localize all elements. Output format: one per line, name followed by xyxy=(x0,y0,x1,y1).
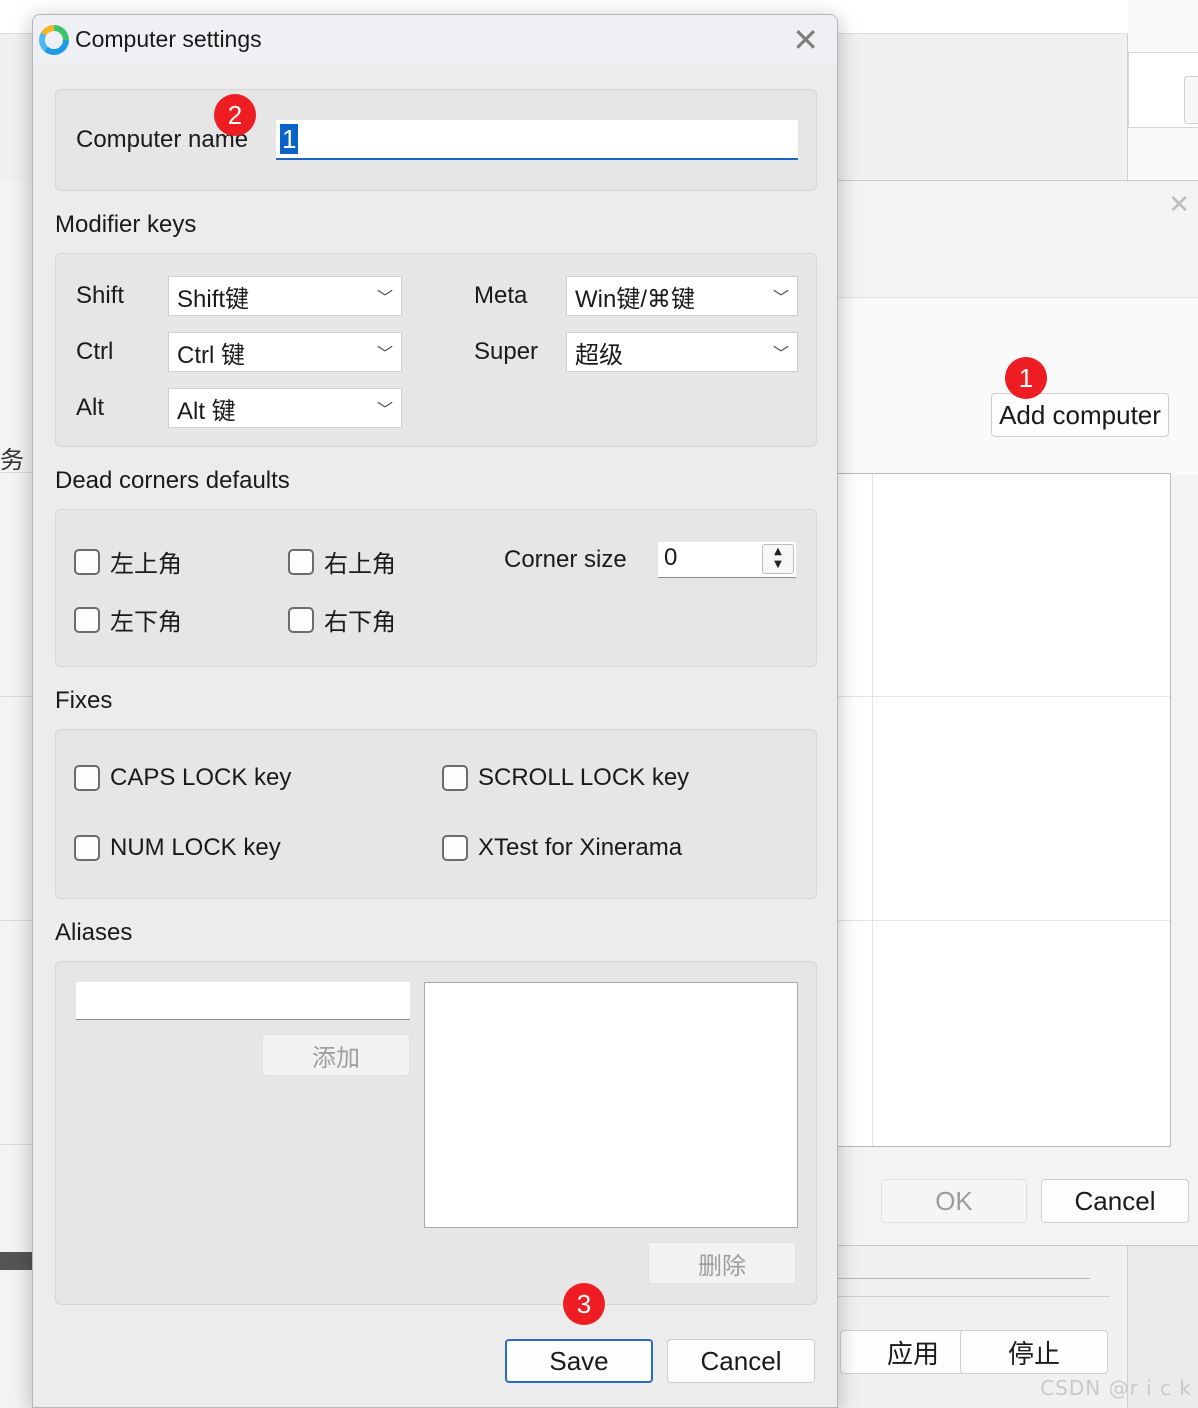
checkbox-box xyxy=(74,835,100,861)
fixes-heading: Fixes xyxy=(55,687,113,714)
background-text-fragment: 务 xyxy=(0,447,24,474)
modifier-keys-heading: Modifier keys xyxy=(55,211,197,238)
computer-settings-dialog: Computer settings ✕ Computer name 1 2 Mo… xyxy=(32,14,838,1408)
bottom-left-corner-checkbox[interactable]: 左下角 xyxy=(74,602,182,637)
num-lock-checkbox[interactable]: NUM LOCK key xyxy=(74,834,281,862)
stop-button[interactable]: 停止 xyxy=(960,1330,1108,1374)
alt-label: Alt xyxy=(76,394,105,421)
background-configure-dialog: ✕ Add computer 1 OK Cancel xyxy=(800,180,1198,1246)
ok-button[interactable]: OK xyxy=(881,1179,1027,1223)
shift-label: Shift xyxy=(76,282,125,309)
spin-arrows-icon[interactable]: ▲ ▼ xyxy=(762,544,794,574)
meta-select[interactable]: Win键/⌘键 ﹀ xyxy=(566,276,798,316)
computer-name-value: 1 xyxy=(280,124,299,154)
corner-size-label: Corner size xyxy=(504,546,627,573)
dialog-title: Computer settings xyxy=(75,26,262,52)
caps-lock-label: CAPS LOCK key xyxy=(110,764,292,791)
bottom-right-corner-checkbox[interactable]: 右下角 xyxy=(288,602,396,637)
add-computer-button[interactable]: Add computer xyxy=(991,393,1169,437)
alias-input[interactable] xyxy=(76,982,410,1020)
watermark: CSDN @r i c k xyxy=(1040,1376,1192,1400)
super-select[interactable]: 超级 ﹀ xyxy=(566,332,798,372)
ctrl-select[interactable]: Ctrl 键 ﹀ xyxy=(168,332,402,372)
close-icon[interactable]: ✕ xyxy=(792,21,819,59)
alt-select-value: Alt 键 xyxy=(177,397,236,425)
super-select-value: 超级 xyxy=(575,341,623,369)
aliases-heading: Aliases xyxy=(55,919,133,946)
top-left-corner-label: 左上角 xyxy=(110,551,182,578)
checkbox-box xyxy=(288,606,314,633)
checkbox-box xyxy=(74,548,100,575)
background-cancel-button[interactable]: Cancel xyxy=(1041,1179,1189,1223)
chevron-down-icon: ﹀ xyxy=(376,288,393,307)
grid-line xyxy=(872,474,873,1146)
shift-select[interactable]: Shift键 ﹀ xyxy=(168,276,402,316)
corner-size-spinbox[interactable]: 0 ▲ ▼ xyxy=(658,542,796,578)
super-label: Super xyxy=(474,338,539,365)
background-button-edge xyxy=(1184,76,1198,124)
title-bar: Computer settings ✕ xyxy=(33,15,837,65)
num-lock-label: NUM LOCK key xyxy=(110,834,281,861)
step-badge-1: 1 xyxy=(1005,357,1047,399)
checkbox-box xyxy=(74,606,100,633)
meta-select-value: Win键/⌘键 xyxy=(575,285,695,313)
bottom-left-corner-label: 左下角 xyxy=(110,609,182,636)
top-right-corner-label: 右上角 xyxy=(324,551,396,578)
chevron-down-icon: ﹀ xyxy=(376,400,393,419)
top-right-corner-checkbox[interactable]: 右上角 xyxy=(288,544,396,579)
computer-name-input[interactable]: 1 xyxy=(276,120,798,160)
checkbox-box xyxy=(288,548,314,575)
delete-alias-button[interactable]: 删除 xyxy=(648,1242,796,1284)
app-logo-icon xyxy=(39,25,69,55)
meta-label: Meta xyxy=(474,282,528,309)
cancel-button[interactable]: Cancel xyxy=(667,1339,815,1383)
divider xyxy=(800,1296,1110,1297)
scroll-lock-label: SCROLL LOCK key xyxy=(478,764,690,791)
modifier-keys-group: Shift Shift键 ﹀ Ctrl Ctrl 键 ﹀ Alt Alt 键 ﹀… xyxy=(55,253,817,447)
step-badge-3: 3 xyxy=(563,1283,605,1325)
chevron-down-icon: ﹀ xyxy=(376,344,393,363)
alt-select[interactable]: Alt 键 ﹀ xyxy=(168,388,402,428)
xtest-label: XTest for Xinerama xyxy=(478,834,683,861)
bottom-right-corner-label: 右下角 xyxy=(324,609,396,636)
checkbox-box xyxy=(442,835,468,861)
dead-corners-heading: Dead corners defaults xyxy=(55,467,290,494)
checkbox-box xyxy=(74,765,100,791)
alias-list[interactable] xyxy=(424,982,798,1228)
step-badge-2: 2 xyxy=(214,94,256,136)
add-alias-button[interactable]: 添加 xyxy=(262,1034,410,1076)
ctrl-select-value: Ctrl 键 xyxy=(177,341,245,369)
dead-corners-group: 左上角 右上角 左下角 右下角 Corner size 0 ▲ ▼ xyxy=(55,509,817,667)
shift-select-value: Shift键 xyxy=(177,285,250,313)
close-icon[interactable]: ✕ xyxy=(1168,189,1190,220)
computer-grid[interactable] xyxy=(837,473,1171,1147)
background-window-right xyxy=(1128,0,1198,182)
computer-name-group: Computer name 1 2 xyxy=(55,89,817,191)
divider xyxy=(800,1278,1090,1279)
save-button[interactable]: Save xyxy=(505,1339,653,1383)
xtest-checkbox[interactable]: XTest for Xinerama xyxy=(442,834,682,862)
caps-lock-checkbox[interactable]: CAPS LOCK key xyxy=(74,764,291,792)
corner-size-value: 0 xyxy=(664,544,678,571)
top-left-corner-checkbox[interactable]: 左上角 xyxy=(74,544,182,579)
chevron-down-icon: ﹀ xyxy=(772,288,789,307)
ctrl-label: Ctrl xyxy=(76,338,114,365)
checkbox-box xyxy=(442,765,468,791)
scroll-lock-checkbox[interactable]: SCROLL LOCK key xyxy=(442,764,689,792)
grid-line xyxy=(838,920,1170,921)
aliases-group: 添加 删除 xyxy=(55,961,817,1305)
chevron-down-icon: ﹀ xyxy=(772,344,789,363)
grid-line xyxy=(838,696,1170,697)
fixes-group: CAPS LOCK key SCROLL LOCK key NUM LOCK k… xyxy=(55,729,817,899)
